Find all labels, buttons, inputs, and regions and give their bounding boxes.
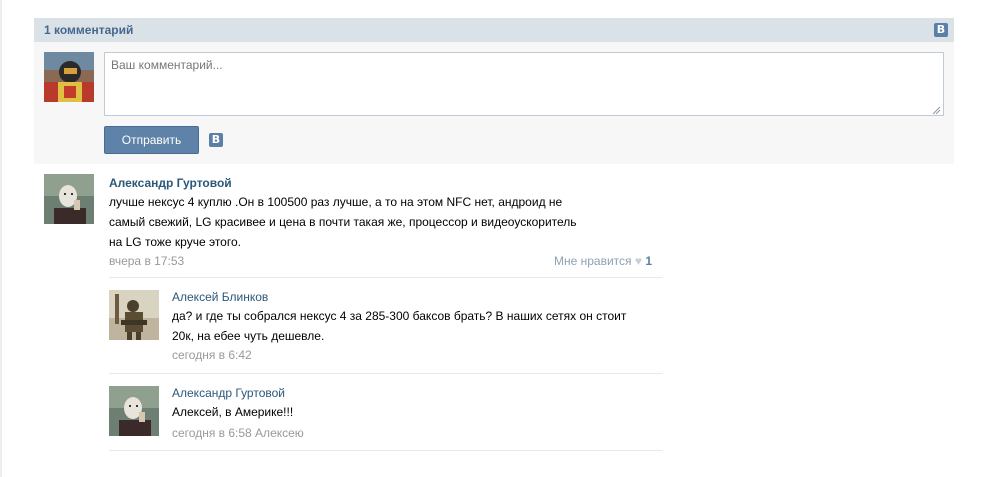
comment-text: лучше нексус 4 куплю .Он в 100500 раз лу… xyxy=(109,192,629,252)
divider xyxy=(109,450,663,451)
comment-author-name[interactable]: Александр Гуртовой xyxy=(109,176,232,190)
reply-timestamp[interactable]: сегодня в 6:42 xyxy=(172,348,252,362)
reply-text-line: да? и где ты собрался нексус 4 за 285-30… xyxy=(172,309,627,323)
current-user-avatar[interactable] xyxy=(44,52,94,102)
divider xyxy=(109,277,663,278)
comment-author-avatar[interactable] xyxy=(44,174,94,224)
comments-count-title: 1 комментарий xyxy=(44,23,134,37)
reply-author-name[interactable]: Алексей Блинков xyxy=(172,290,268,304)
divider xyxy=(109,373,663,374)
send-button[interactable]: Отправить xyxy=(104,126,199,154)
like-button[interactable]: Мне нравится ♥ 1 xyxy=(554,254,652,268)
comment-timestamp[interactable]: вчера в 17:53 xyxy=(109,254,184,268)
heart-icon: ♥ xyxy=(634,254,643,268)
comment-text-line: самый свежий, LG красивее и цена в почти… xyxy=(109,215,577,229)
reply-author-avatar[interactable] xyxy=(109,386,159,436)
comment-text-line: лучше нексус 4 куплю .Он в 100500 раз лу… xyxy=(109,195,563,209)
like-count: 1 xyxy=(645,254,653,268)
comment-text-line: на LG тоже круче этого. xyxy=(109,235,241,249)
vk-logo-icon[interactable]: В xyxy=(209,133,223,147)
reply-author-name[interactable]: Александр Гуртовой xyxy=(172,386,285,400)
resize-grip-icon[interactable] xyxy=(931,105,941,115)
reply-author-avatar[interactable] xyxy=(109,290,159,340)
reply-timestamp[interactable]: сегодня в 6:58 Алексею xyxy=(172,426,304,440)
like-label: Мне нравится xyxy=(554,254,632,268)
comments-header: 1 комментарий В xyxy=(34,18,954,42)
comment-input[interactable] xyxy=(104,52,944,116)
comment-composer: Отправить В xyxy=(34,42,954,164)
vk-logo-icon[interactable]: В xyxy=(934,23,948,37)
reply-text: да? и где ты собрался нексус 4 за 285-30… xyxy=(172,306,662,346)
page-left-border xyxy=(0,0,2,477)
reply-text-line: Алексей, в Америке!!! xyxy=(172,405,294,419)
reply-text-line: 20к, на ебее чуть дешевле. xyxy=(172,329,325,343)
reply-text: Алексей, в Америке!!! xyxy=(172,402,662,422)
